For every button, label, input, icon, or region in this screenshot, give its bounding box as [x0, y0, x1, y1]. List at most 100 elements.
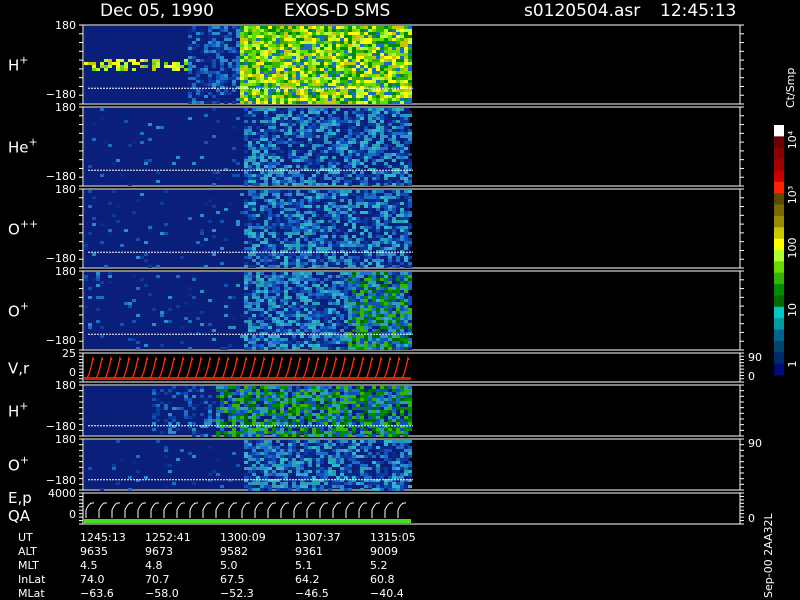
heatmap-cell	[216, 32, 220, 35]
heatmap-cell	[188, 89, 192, 92]
heatmap-cell	[240, 77, 244, 80]
heatmap-cell	[268, 431, 272, 434]
heatmap-cell	[260, 320, 264, 323]
heatmap-cell	[268, 220, 272, 223]
heatmap-cell	[332, 65, 336, 68]
heatmap-cell	[260, 302, 264, 305]
heatmap-cell	[160, 314, 164, 317]
heatmap-cell	[332, 35, 336, 38]
heatmap-cell	[384, 171, 388, 174]
heatmap-cell	[188, 77, 192, 80]
heatmap-cell	[228, 398, 232, 401]
heatmap-cell	[268, 123, 272, 126]
heatmap-cell	[344, 431, 348, 434]
heatmap-cell	[356, 434, 360, 437]
heatmap-cell	[244, 413, 248, 416]
heatmap-cell	[384, 38, 388, 41]
heatmap-cell	[280, 253, 284, 256]
heatmap-cell	[264, 59, 268, 62]
heatmap-cell	[344, 196, 348, 199]
heatmap-cell	[380, 141, 384, 144]
heatmap-cell	[328, 344, 332, 347]
heatmap-cell	[280, 120, 284, 123]
heatmap-cell	[248, 305, 252, 308]
heatmap-cell	[404, 308, 408, 311]
heatmap-cell	[280, 89, 284, 92]
heatmap-cell	[376, 299, 380, 302]
heatmap-cell	[280, 177, 284, 180]
heatmap-cell	[296, 323, 300, 326]
heatmap-cell	[404, 95, 408, 98]
heatmap-cell	[328, 74, 332, 77]
heatmap-cell	[200, 32, 204, 35]
heatmap-cell	[340, 226, 344, 229]
heatmap-cell	[392, 278, 396, 281]
heatmap-cell	[292, 401, 296, 404]
heatmap-cell	[304, 302, 308, 305]
heatmap-cell	[248, 126, 252, 129]
heatmap-cell	[392, 220, 396, 223]
heatmap-cell	[260, 407, 264, 410]
heatmap-cell	[372, 120, 376, 123]
heatmap-cell	[272, 196, 276, 199]
heatmap-cell	[388, 296, 392, 299]
heatmap-cell	[184, 302, 188, 305]
heatmap-cell	[192, 389, 196, 392]
heatmap-cell	[384, 135, 388, 138]
heatmap-cell	[384, 428, 388, 431]
heatmap-cell	[332, 26, 336, 29]
heatmap-cell	[360, 98, 364, 101]
heatmap-cell	[384, 174, 388, 177]
heatmap-cell	[360, 308, 364, 311]
heatmap-cell	[244, 314, 248, 317]
heatmap-cell	[264, 29, 268, 32]
heatmap-cell	[252, 293, 256, 296]
heatmap-cell	[240, 44, 244, 47]
heatmap-cell	[296, 314, 300, 317]
heatmap-cell	[284, 386, 288, 389]
heatmap-cell	[228, 47, 232, 50]
heatmap-cell	[400, 153, 404, 156]
heatmap-cell	[324, 320, 328, 323]
heatmap-cell	[312, 62, 316, 65]
heatmap-cell	[380, 241, 384, 244]
heatmap-cell	[312, 205, 316, 208]
heatmap-cell	[312, 302, 316, 305]
heatmap-cell	[192, 386, 196, 389]
heatmap-cell	[364, 407, 368, 410]
heatmap-cell	[308, 141, 312, 144]
heatmap-cell	[312, 338, 316, 341]
heatmap-cell	[264, 389, 268, 392]
heatmap-cell	[336, 311, 340, 314]
heatmap-cell	[336, 174, 340, 177]
heatmap-cell	[248, 275, 252, 278]
heatmap-cell	[324, 317, 328, 320]
heatmap-cell	[248, 220, 252, 223]
heatmap-cell	[260, 208, 264, 211]
heatmap-cell	[284, 211, 288, 214]
heatmap-cell	[316, 287, 320, 290]
heatmap-cell	[360, 311, 364, 314]
heatmap-cell	[336, 98, 340, 101]
heatmap-cell	[404, 153, 408, 156]
heatmap-cell	[324, 290, 328, 293]
heatmap-cell	[276, 311, 280, 314]
heatmap-cell	[320, 120, 324, 123]
heatmap-cell	[320, 77, 324, 80]
heatmap-cell	[384, 290, 388, 293]
heatmap-cell	[284, 344, 288, 347]
heatmap-cell	[408, 74, 412, 77]
heatmap-cell	[324, 413, 328, 416]
heatmap-cell	[276, 413, 280, 416]
heatmap-cell	[252, 147, 256, 150]
heatmap-cell	[348, 308, 352, 311]
heatmap-cell	[380, 117, 384, 120]
heatmap-cell	[328, 144, 332, 147]
heatmap-cell	[280, 434, 284, 437]
heatmap-cell	[396, 287, 400, 290]
heatmap-cell	[216, 98, 220, 101]
heatmap-cell	[320, 153, 324, 156]
heatmap-cell	[156, 392, 160, 395]
heatmap-cell	[396, 95, 400, 98]
heatmap-cell	[376, 32, 380, 35]
